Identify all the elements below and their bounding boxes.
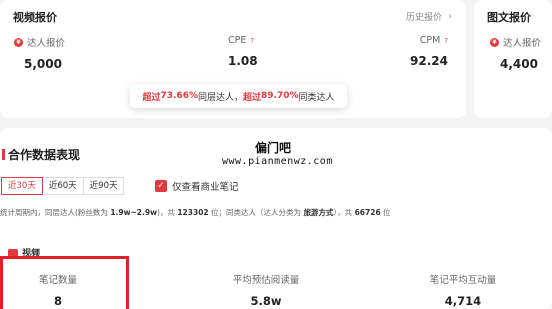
stat-value: 4,714 (444, 294, 482, 308)
metric-label: 达人报价 (503, 38, 542, 49)
tooltip-prefix: 超过 (142, 92, 161, 103)
metric-value: 92.24 (410, 54, 448, 68)
tooltip-percent: 89.70% (261, 91, 299, 101)
video-quote-title: 视频报价 (13, 11, 57, 24)
stats-text: ），共 (333, 208, 355, 217)
metric-cpe: CPE? 1.08 (228, 35, 258, 68)
stat-avg-interactions: 笔记平均互动量 4,714 (418, 272, 508, 308)
help-icon[interactable]: ? (444, 37, 448, 45)
metric-label: CPE (228, 35, 247, 46)
cpe-tooltip: 超过 73.66% 同层达人， 超过 89.70% 同类达人 (130, 84, 347, 108)
history-quote-label: 历史报价 (405, 13, 442, 23)
metric-value: 4,400 (500, 57, 538, 71)
range-60-button[interactable]: 近60天 (41, 177, 84, 195)
page: 视频报价 历史报价 › ¥ 达人报价 5,000 CPE? 1.08 CPM? 9… (0, 0, 552, 309)
watermark-title: 偏门吧 (255, 141, 292, 155)
stats-count: 66726 (354, 208, 381, 217)
tooltip-prefix: 超过 (243, 92, 262, 103)
checkbox-checked-icon[interactable]: ✓ (155, 180, 167, 192)
image-quote-card: 图文报价 ¥ 达人报价 4,400 (474, 0, 552, 118)
metric-label: 达人报价 (27, 38, 66, 49)
currency-icon: ¥ (14, 37, 23, 47)
stats-text: 位；同类达人（达人分类为 (208, 208, 304, 217)
metric-image-creator-quote: ¥ 达人报价 4,400 (490, 35, 541, 71)
metric-creator-quote: ¥ 达人报价 5,000 (14, 35, 65, 71)
stats-category: 旅游方式 (303, 208, 334, 217)
commercial-notes-toggle[interactable]: ✓ 仅查看商业笔记 (155, 179, 239, 193)
cooperation-title-text: 合作数据表现 (8, 148, 81, 162)
tooltip-percent: 73.66% (160, 91, 198, 101)
range-90-button[interactable]: 近90天 (82, 177, 125, 195)
stat-label: 笔记平均互动量 (429, 275, 497, 286)
stats-range: 1.9w~2.9w (110, 208, 158, 217)
help-icon[interactable]: ? (250, 37, 254, 45)
metric-value: 1.08 (228, 54, 258, 68)
stat-value: 8 (53, 294, 62, 308)
stats-count: 123302 (177, 208, 209, 217)
metric-cpm: CPM? 92.24 (410, 35, 448, 68)
currency-icon: ¥ (490, 37, 499, 47)
tooltip-text: 同层达人， (197, 92, 243, 103)
video-quote-card: 视频报价 历史报价 › ¥ 达人报价 5,000 CPE? 1.08 CPM? 9… (0, 0, 466, 118)
checkbox-label: 仅查看商业笔记 (172, 182, 239, 193)
watermark-url: www.pianmenwz.com (222, 156, 333, 167)
stats-text: 统计周期内，同层达人(粉丝数为 (0, 208, 111, 217)
metric-value: 5,000 (24, 57, 62, 71)
stats-summary: 统计周期内，同层达人(粉丝数为 1.9w~2.9w)，共 123302 位；同类… (0, 207, 391, 218)
stat-note-count: 笔记数量 8 (26, 272, 90, 308)
tooltip-text: 同类达人 (298, 92, 335, 103)
metric-label: CPM (419, 35, 441, 46)
chevron-right-icon: › (448, 11, 452, 22)
stat-label: 笔记数量 (38, 275, 77, 286)
stat-label: 平均预估阅读量 (232, 275, 300, 286)
image-quote-title: 图文报价 (487, 11, 531, 24)
section-bar-icon (2, 149, 5, 160)
cooperation-section-title: 合作数据表现 (2, 146, 80, 163)
stats-text: 位 (380, 208, 391, 217)
history-quote-link[interactable]: 历史报价 › (406, 10, 452, 23)
range-30-button[interactable]: 近30天 (1, 177, 43, 195)
date-range-tabs: 近30天 近60天 近90天 (1, 177, 125, 195)
stat-value: 5.8w (250, 294, 282, 308)
stat-avg-reads: 平均预估阅读量 5.8w (221, 272, 311, 308)
stats-text: )，共 (157, 208, 178, 217)
